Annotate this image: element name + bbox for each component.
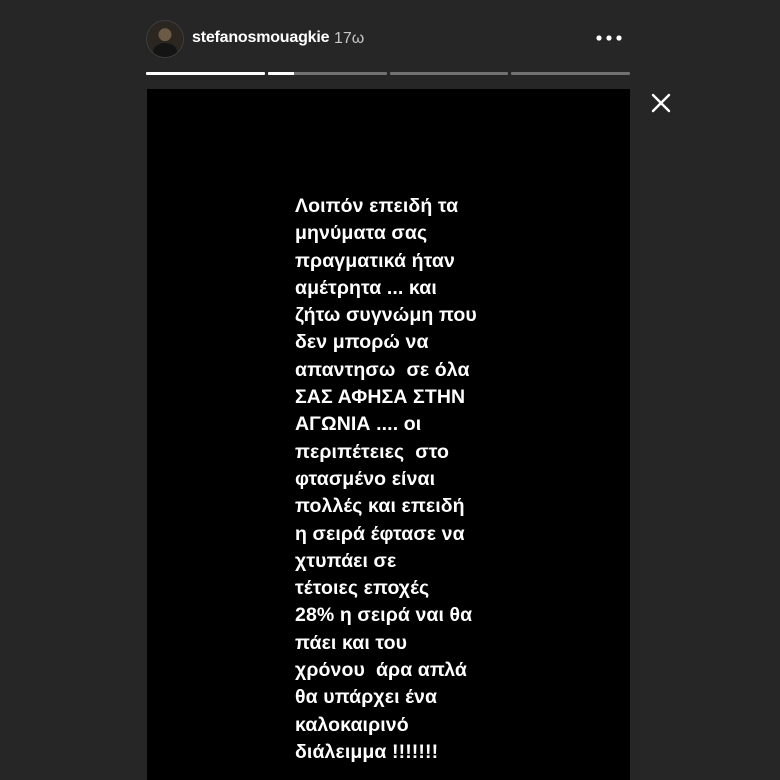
profile-avatar[interactable] [146, 20, 184, 58]
more-horizontal-icon [596, 35, 622, 41]
more-options-button[interactable] [594, 24, 624, 52]
progress-segment-4 [511, 72, 630, 75]
story-progress-bar [146, 72, 630, 75]
username[interactable]: stefanosmouagkie [192, 29, 329, 47]
progress-segment-fill [267, 72, 294, 75]
story-text: Λοιπόν επειδή τα μηνύματα σας πραγματικά… [295, 195, 477, 763]
progress-segment-3 [389, 72, 509, 75]
story-header: stefanosmouagkie 17ω [146, 20, 630, 58]
progress-segment-fill [146, 72, 265, 75]
progress-segment-1 [146, 72, 265, 75]
progress-segment-2 [267, 72, 387, 75]
close-icon [651, 93, 671, 113]
timestamp: 17ω [334, 30, 365, 47]
close-button[interactable] [646, 88, 676, 118]
